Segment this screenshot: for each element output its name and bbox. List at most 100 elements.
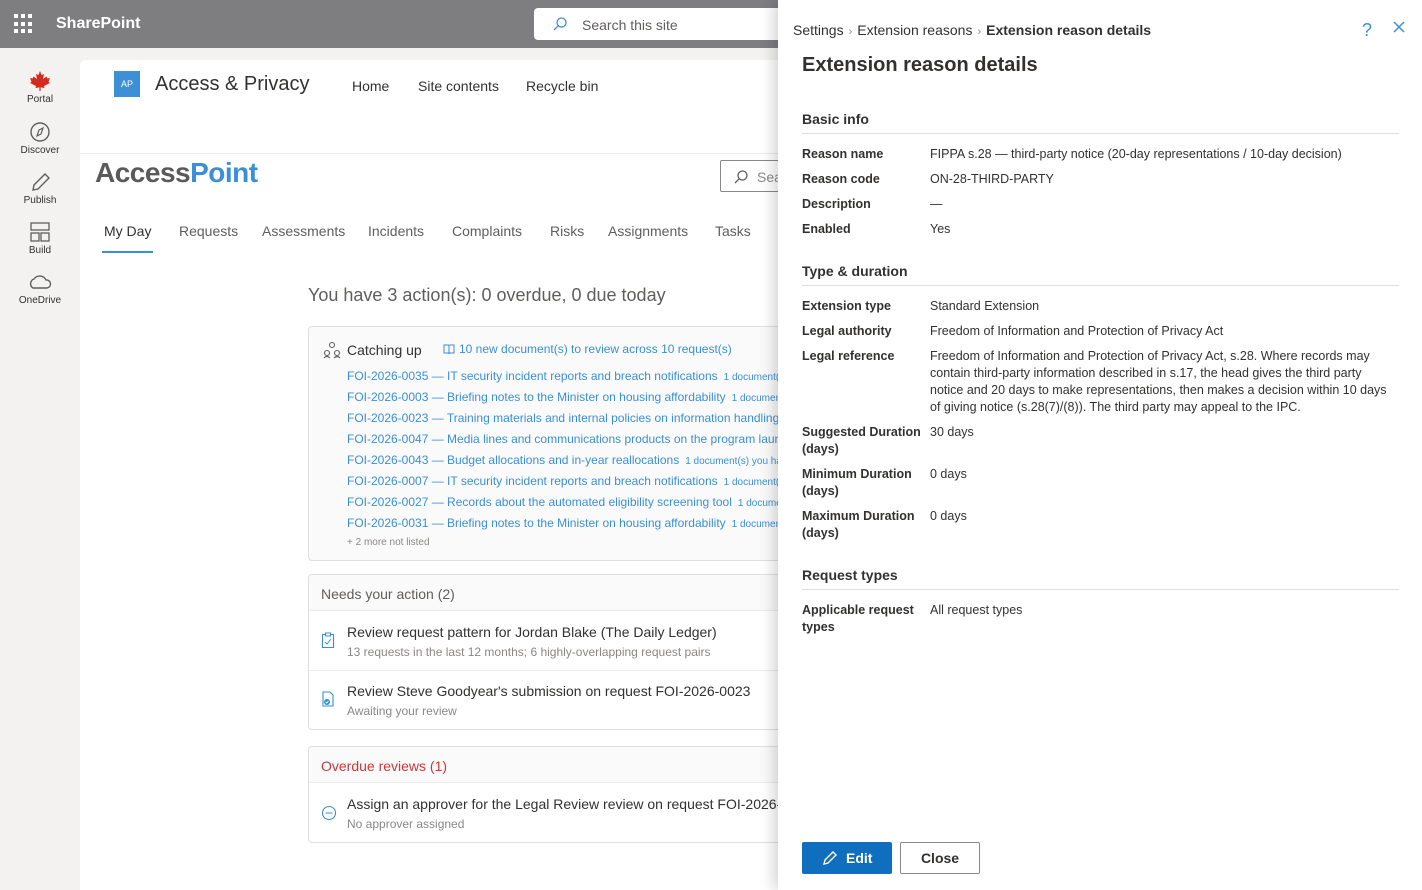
- blocked-icon: [321, 805, 337, 821]
- tab-my-day[interactable]: My Day: [104, 223, 151, 239]
- panel-title: Extension reason details: [802, 54, 1038, 76]
- request-link[interactable]: FOI-2026-0043 — Budget allocations and i…: [347, 453, 799, 467]
- overdue-reviews-card: Overdue reviews (1) Assign an approver f…: [308, 746, 800, 843]
- edit-button-label: Edit: [846, 850, 873, 866]
- nav-site-contents[interactable]: Site contents: [418, 78, 499, 94]
- app-launcher-icon[interactable]: [14, 14, 34, 34]
- maple-leaf-icon: [30, 71, 50, 91]
- breadcrumb-settings[interactable]: Settings: [793, 22, 844, 38]
- site-search-placeholder: Search this site: [582, 17, 678, 33]
- edit-button[interactable]: Edit: [802, 842, 892, 874]
- search-icon: [553, 17, 567, 31]
- active-tab-indicator: [102, 251, 153, 253]
- request-link[interactable]: FOI-2026-0003 — Briefing notes to the Mi…: [347, 390, 799, 404]
- field-value: All request types: [930, 603, 1023, 617]
- field-label: Description: [802, 197, 871, 211]
- section-type-duration: Type & duration: [802, 263, 1399, 286]
- pen-icon: [32, 173, 50, 191]
- appbar-build-label: Build: [28, 245, 52, 256]
- field-label: Minimum Duration (days): [802, 467, 912, 498]
- appbar-publish[interactable]: Publish: [0, 171, 80, 206]
- overdue-item-title[interactable]: Assign an approver for the Legal Review …: [347, 796, 799, 812]
- pencil-icon: [823, 851, 837, 865]
- field-value: Yes: [930, 222, 951, 236]
- layout-icon: [30, 222, 50, 242]
- appbar-build[interactable]: Build: [0, 221, 80, 256]
- tab-complaints[interactable]: Complaints: [452, 223, 522, 239]
- compass-icon: [30, 122, 50, 142]
- site-search-box[interactable]: Search this site: [534, 8, 794, 40]
- field-label: Extension type: [802, 299, 891, 313]
- field-value: FIPPA s.28 — third-party notice (20-day …: [930, 147, 1342, 161]
- search-icon: [734, 170, 748, 184]
- tab-risks[interactable]: Risks: [550, 223, 584, 239]
- request-link[interactable]: FOI-2026-0031 — Briefing notes to the Mi…: [347, 516, 799, 530]
- breadcrumb-extension-reasons[interactable]: Extension reasons: [857, 22, 972, 38]
- action-item-subtitle: Awaiting your review: [347, 704, 457, 718]
- accesspoint-logo: AccessPoint: [95, 157, 258, 188]
- breadcrumb: Settings › Extension reasons › Extension rea…: [793, 22, 1151, 38]
- appbar-publish-label: Publish: [23, 195, 57, 206]
- appbar-discover-label: Discover: [20, 145, 60, 156]
- document-check-icon: [322, 691, 334, 707]
- extension-reason-details-panel: Settings › Extension reasons › Extension rea…: [778, 0, 1422, 890]
- site-logo[interactable]: AP: [114, 71, 140, 97]
- app-bar: Portal Discover Publish Build OneDrive: [0, 48, 80, 890]
- tab-tasks[interactable]: Tasks: [715, 223, 751, 239]
- site-title[interactable]: Access & Privacy: [155, 73, 309, 96]
- chevron-right-icon: ›: [848, 26, 853, 38]
- header-divider: [80, 153, 800, 154]
- overdue-reviews-title: Overdue reviews (1): [321, 758, 448, 774]
- tab-assignments[interactable]: Assignments: [608, 223, 688, 239]
- field-label: Reason code: [802, 172, 880, 186]
- field-label: Legal reference: [802, 349, 895, 363]
- request-link[interactable]: FOI-2026-0047 — Media lines and communic…: [347, 432, 799, 446]
- needs-action-title: Needs your action (2): [321, 586, 455, 602]
- action-item-title[interactable]: Review request pattern for Jordan Blake …: [347, 624, 717, 640]
- nav-home[interactable]: Home: [352, 78, 389, 94]
- field-value: Freedom of Information and Protection of…: [930, 349, 1387, 414]
- request-link[interactable]: FOI-2026-0035 — IT security incident rep…: [347, 369, 799, 383]
- appbar-portal[interactable]: Portal: [0, 70, 80, 105]
- field-label: Enabled: [802, 222, 851, 236]
- field-value: ON-28-THIRD-PARTY: [930, 172, 1054, 186]
- cloud-icon: [29, 275, 52, 289]
- field-label: Applicable request types: [802, 603, 914, 634]
- nav-recycle-bin[interactable]: Recycle bin: [526, 78, 598, 94]
- field-value: Standard Extension: [930, 299, 1040, 313]
- close-button[interactable]: Close: [900, 842, 980, 874]
- tab-assessments[interactable]: Assessments: [262, 223, 345, 239]
- help-icon[interactable]: ?: [1362, 20, 1372, 41]
- suite-title[interactable]: SharePoint: [56, 15, 140, 33]
- breadcrumb-current: Extension reason details: [986, 22, 1152, 38]
- appbar-onedrive-label: OneDrive: [18, 295, 62, 306]
- needs-action-card: Needs your action (2) Review request pat…: [308, 574, 800, 730]
- appbar-portal-label: Portal: [26, 94, 54, 105]
- field-value: —: [930, 197, 943, 211]
- appbar-onedrive[interactable]: OneDrive: [0, 271, 80, 306]
- divider: [309, 670, 799, 671]
- tab-incidents[interactable]: Incidents: [368, 223, 424, 239]
- appbar-discover[interactable]: Discover: [0, 121, 80, 156]
- people-icon: [323, 341, 341, 359]
- field-label: Suggested Duration (days): [802, 425, 921, 456]
- new-documents-link[interactable]: 10 new document(s) to review across 10 r…: [459, 342, 732, 356]
- catching-up-card: Catching up 10 new document(s) to review…: [308, 326, 800, 561]
- more-not-listed: + 2 more not listed: [347, 537, 430, 548]
- action-item-title[interactable]: Review Steve Goodyear's submission on re…: [347, 683, 750, 699]
- catching-up-title: Catching up: [347, 342, 422, 358]
- request-link[interactable]: FOI-2026-0023 — Training materials and i…: [347, 411, 785, 425]
- field-label: Maximum Duration (days): [802, 509, 915, 540]
- action-summary: You have 3 action(s): 0 overdue, 0 due t…: [308, 285, 666, 305]
- field-value: Freedom of Information and Protection of…: [930, 324, 1224, 338]
- section-request-types: Request types: [802, 567, 1399, 590]
- request-link[interactable]: FOI-2026-0007 — IT security incident rep…: [347, 474, 799, 488]
- book-icon: [443, 344, 455, 355]
- field-label: Reason name: [802, 147, 884, 161]
- tab-requests[interactable]: Requests: [179, 223, 238, 239]
- field-value: 0 days: [930, 467, 967, 481]
- request-link[interactable]: FOI-2026-0027 — Records about the automa…: [347, 495, 799, 509]
- close-icon[interactable]: [1392, 20, 1406, 34]
- field-value: 0 days: [930, 509, 967, 523]
- field-label: Legal authority: [802, 324, 892, 338]
